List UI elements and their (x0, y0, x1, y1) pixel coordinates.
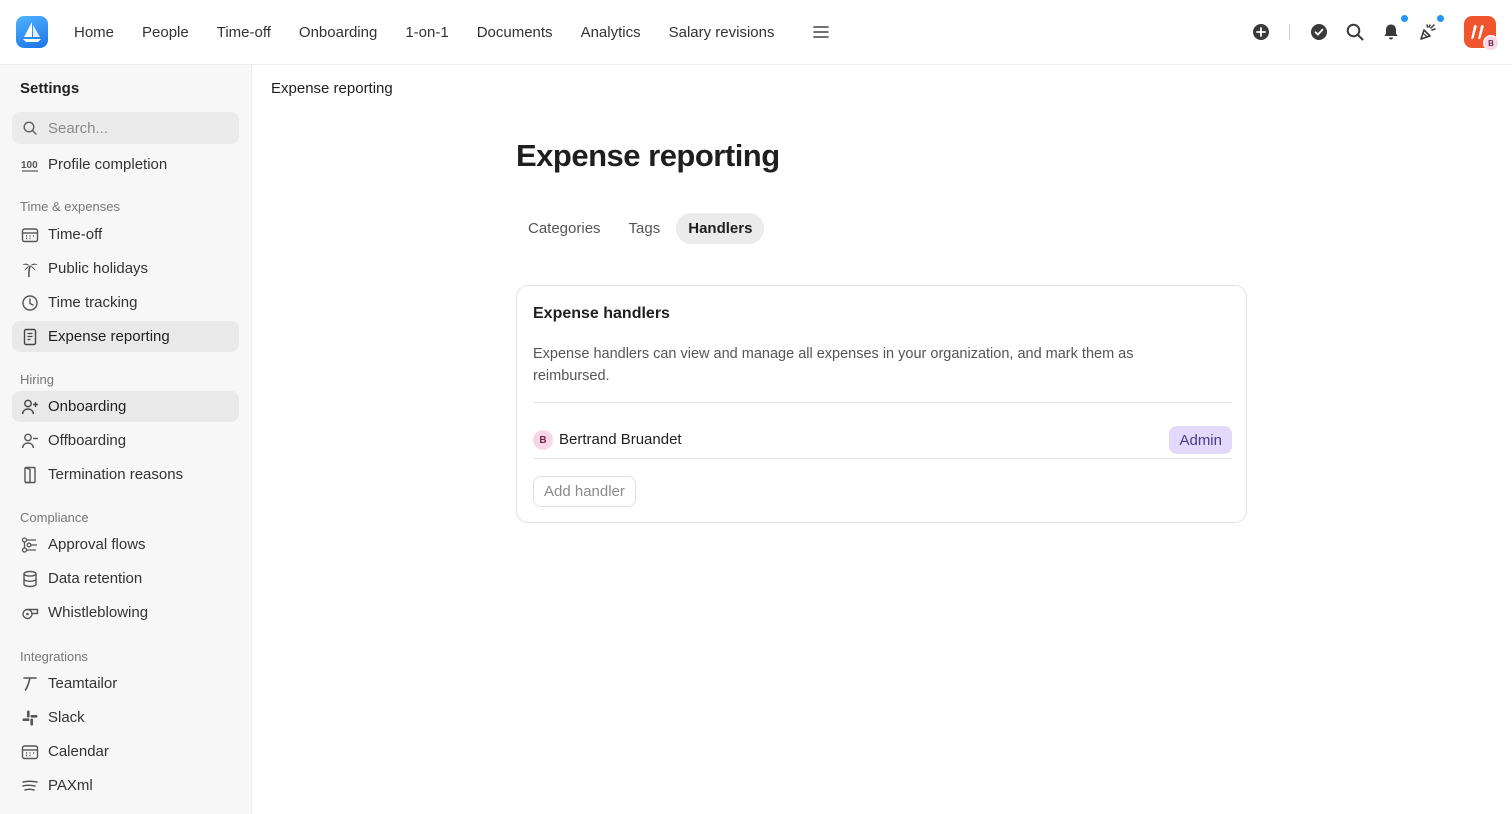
add-handler-button[interactable]: Add handler (533, 476, 636, 507)
hundred-icon: 100 (21, 160, 38, 172)
sidebar-item-time-tracking[interactable]: Time tracking (12, 287, 239, 318)
user-plus-icon (21, 399, 38, 415)
handler-name: Bertrand Bruandet (559, 431, 682, 448)
search-input[interactable] (48, 112, 233, 144)
divider (533, 458, 1232, 459)
sidebar-item-label: Teamtailor (48, 675, 118, 692)
nav-home[interactable]: Home (60, 24, 128, 41)
nav-people[interactable]: People (128, 24, 203, 41)
sidebar-item-whistleblowing[interactable]: Whistleblowing (12, 597, 239, 628)
database-icon (23, 570, 37, 588)
settings-sidebar: Settings 100 Profile completion Time & e… (0, 65, 252, 814)
sidebar-item-label: PAXml (48, 777, 93, 794)
sidebar-item-label: Profile completion (48, 156, 168, 173)
user-initial-badge: B (1483, 35, 1499, 51)
sidebar-item-data-retention[interactable]: Data retention (12, 563, 239, 594)
party-popper-icon[interactable] (1418, 22, 1438, 42)
sidebar-item-slack[interactable]: Slack (12, 702, 239, 733)
sidebar-item-label: Termination reasons (48, 466, 184, 483)
user-avatar[interactable]: B (1464, 16, 1499, 51)
calendar-icon (21, 228, 39, 243)
tab-bar: Categories Tags Handlers (516, 213, 768, 244)
receipt-icon (23, 328, 37, 346)
flow-icon (21, 537, 37, 553)
divider (1289, 24, 1290, 40)
calendar-icon (21, 745, 39, 760)
sidebar-item-label: Slack (48, 709, 85, 726)
slack-icon (22, 710, 38, 726)
paxml-icon (22, 780, 38, 791)
sidebar-search (12, 112, 239, 144)
sidebar-item-calendar[interactable]: Calendar (12, 736, 239, 767)
sidebar-item-label: Public holidays (48, 260, 149, 277)
main-nav: Home People Time-off Onboarding 1-on-1 D… (60, 0, 788, 64)
tab-tags[interactable]: Tags (617, 213, 673, 244)
search-icon[interactable] (1345, 22, 1365, 42)
search-icon (23, 121, 37, 135)
nav-time-off[interactable]: Time-off (203, 24, 285, 41)
section-integrations: Integrations (20, 649, 88, 664)
sidebar-item-time-off[interactable]: Time-off (12, 219, 239, 250)
tab-handlers[interactable]: Handlers (676, 213, 765, 244)
whistle-icon (22, 608, 39, 620)
sidebar-item-expense-reporting[interactable]: Expense reporting (12, 321, 239, 352)
plus-circle-icon[interactable] (1251, 22, 1271, 42)
card-title: Expense handlers (533, 305, 670, 322)
updates-dot (1436, 14, 1445, 23)
role-badge: Admin (1169, 426, 1232, 454)
check-circle-icon[interactable] (1309, 22, 1329, 42)
sidebar-item-label: Expense reporting (48, 328, 170, 345)
door-icon (24, 466, 36, 484)
sailboat-icon (23, 22, 41, 42)
sidebar-item-offboarding[interactable]: Offboarding (12, 425, 239, 456)
page-title: Expense reporting (516, 138, 780, 173)
sidebar-title: Settings (20, 80, 80, 97)
nav-analytics[interactable]: Analytics (567, 24, 655, 41)
section-compliance: Compliance (20, 510, 89, 525)
clock-icon (22, 295, 38, 311)
sidebar-item-profile-completion[interactable]: 100 Profile completion (12, 149, 239, 180)
sidebar-item-label: Onboarding (48, 398, 127, 415)
expense-handlers-card: Expense handlers Expense handlers can vi… (516, 285, 1247, 523)
sidebar-item-onboarding[interactable]: Onboarding (12, 391, 239, 422)
top-bar: Home People Time-off Onboarding 1-on-1 D… (0, 0, 1512, 65)
divider (533, 402, 1232, 403)
palm-tree-icon (22, 263, 38, 278)
sidebar-item-label: Whistleblowing (48, 604, 149, 621)
sidebar-item-termination-reasons[interactable]: Termination reasons (12, 459, 239, 490)
sidebar-item-label: Data retention (48, 570, 143, 587)
avatar: B (533, 430, 553, 450)
tab-categories[interactable]: Categories (516, 213, 613, 244)
sidebar-item-label: Approval flows (48, 536, 146, 553)
nav-onboarding[interactable]: Onboarding (285, 24, 391, 41)
sidebar-item-approval-flows[interactable]: Approval flows (12, 529, 239, 560)
hamburger-icon[interactable] (811, 22, 831, 42)
handler-row: B Bertrand Bruandet Admin (533, 424, 1232, 454)
nav-1on1[interactable]: 1-on-1 (391, 24, 462, 41)
bell-icon[interactable] (1381, 22, 1401, 42)
breadcrumb: Expense reporting (271, 80, 393, 97)
sidebar-item-label: Calendar (48, 743, 109, 760)
sidebar-item-public-holidays[interactable]: Public holidays (12, 253, 239, 284)
sidebar-item-label: Time-off (48, 226, 103, 243)
nav-salary-revisions[interactable]: Salary revisions (655, 24, 789, 41)
sidebar-item-label: Time tracking (48, 294, 138, 311)
user-minus-icon (21, 433, 38, 449)
sidebar-item-teamtailor[interactable]: Teamtailor (12, 668, 239, 699)
teamtailor-icon (23, 677, 37, 691)
nav-documents[interactable]: Documents (463, 24, 567, 41)
section-time-expenses: Time & expenses (20, 199, 120, 214)
sidebar-item-label: Offboarding (48, 432, 127, 449)
card-description: Expense handlers can view and manage all… (533, 346, 1134, 384)
section-hiring: Hiring (20, 372, 54, 387)
app-logo[interactable] (16, 16, 48, 48)
svg-text:100: 100 (21, 160, 38, 171)
notification-dot (1400, 14, 1409, 23)
sidebar-item-paxml[interactable]: PAXml (12, 770, 239, 801)
